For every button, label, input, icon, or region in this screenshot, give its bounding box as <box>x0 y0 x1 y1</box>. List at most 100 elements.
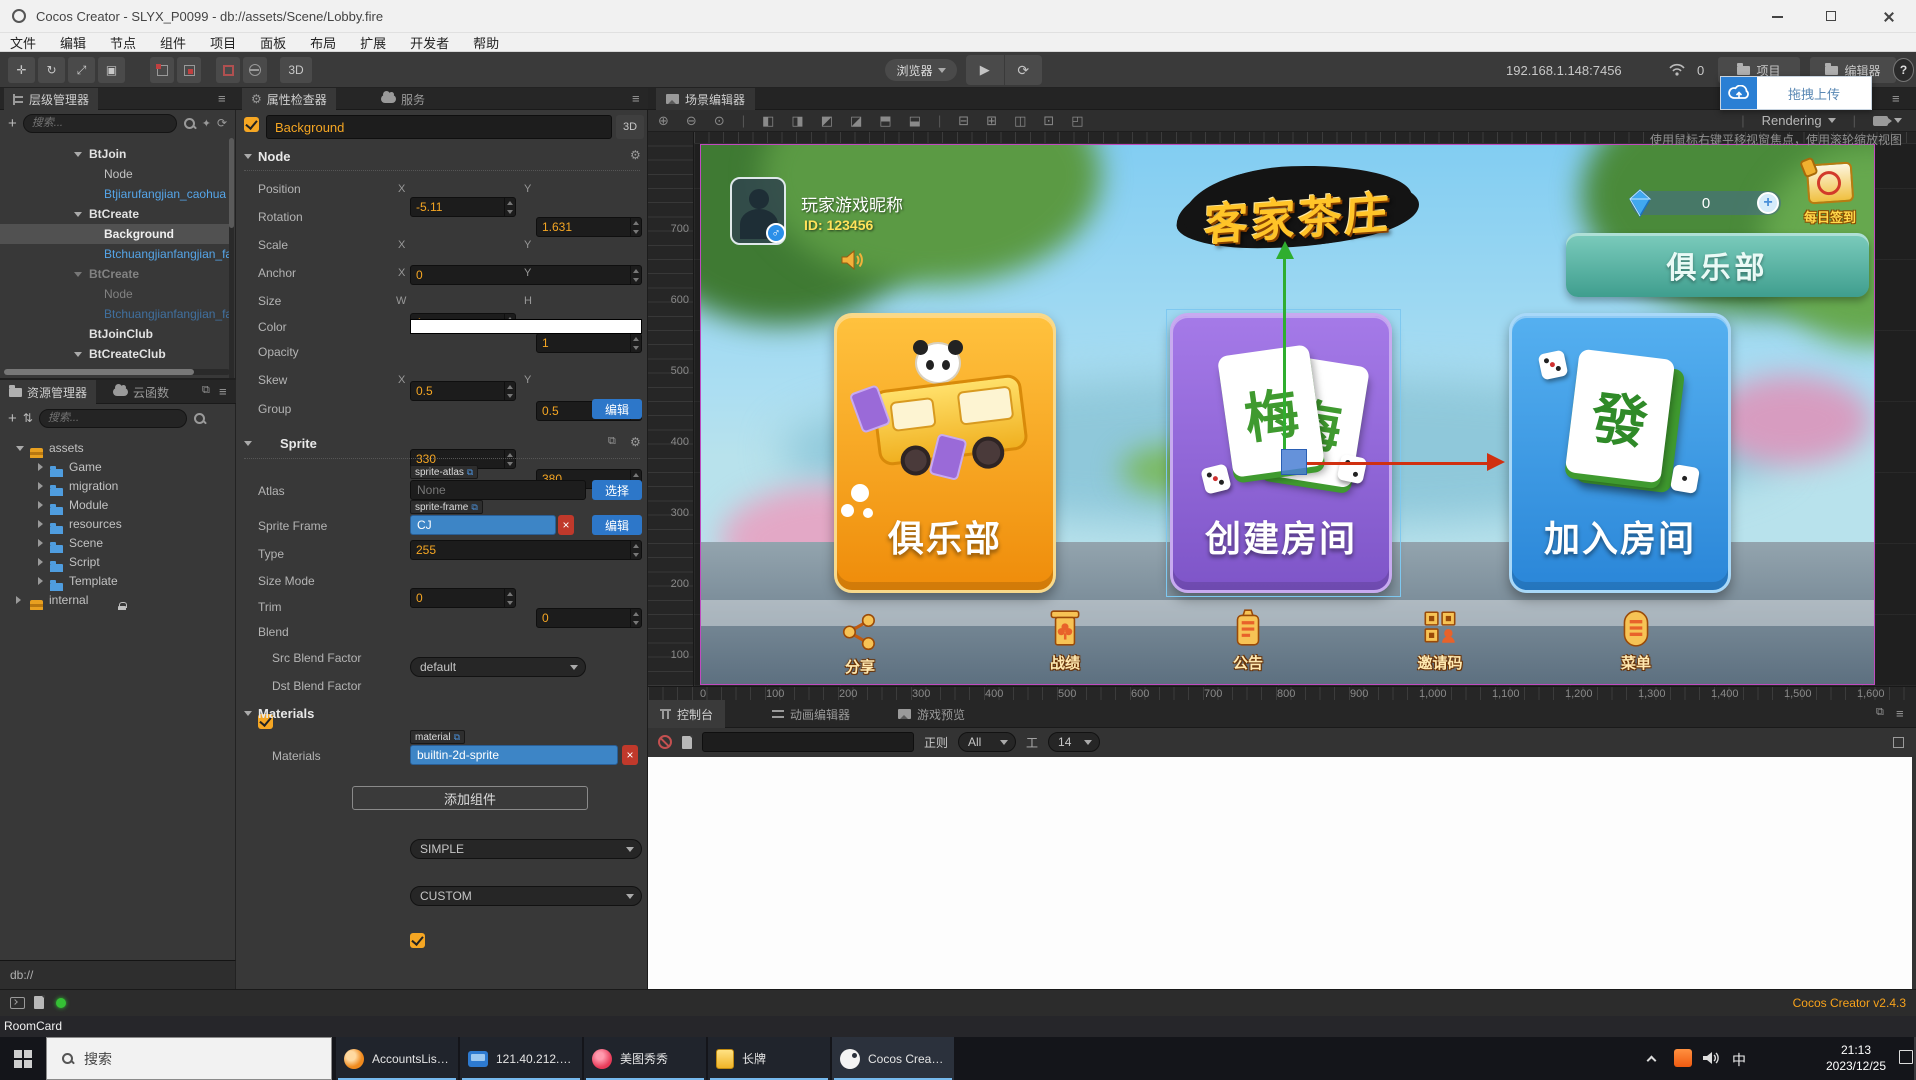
group-dropdown[interactable]: default <box>410 657 586 677</box>
tree-item[interactable]: Btjiarufangjian_caohua <box>0 184 229 204</box>
gizmo-anchor-handle[interactable] <box>1281 449 1307 475</box>
world-coord-button[interactable] <box>243 57 267 83</box>
tab-inspector[interactable]: ⚙属性检查器 <box>242 88 336 110</box>
gizmo-axis-y[interactable] <box>1283 257 1286 449</box>
tree-item[interactable]: Btchuangjianfangjian_fangpi <box>0 244 229 264</box>
create-asset-button[interactable]: + <box>8 410 17 427</box>
club-banner-button[interactable]: 俱乐部 <box>1566 233 1869 297</box>
gear-icon[interactable]: ⚙ <box>630 435 641 449</box>
inspector-3d-button[interactable]: 3D <box>616 115 644 139</box>
assets-search-input[interactable] <box>39 409 187 428</box>
preview-target-dropdown[interactable]: 浏览器 <box>885 59 957 81</box>
menu-panel[interactable]: 面板 <box>260 33 286 52</box>
clock[interactable]: 21:13 2023/12/25 <box>1814 1042 1898 1074</box>
material-field[interactable]: builtin-2d-sprite <box>410 745 618 765</box>
gear-icon[interactable]: ⚙ <box>630 148 641 162</box>
distribute-v-icon[interactable]: ⊞ <box>986 113 997 129</box>
taskbar-app-meitu[interactable]: 美图秀秀 <box>584 1037 706 1080</box>
anchor-mode-button[interactable] <box>177 57 201 83</box>
volume-icon[interactable] <box>1702 1050 1720 1066</box>
menu-file[interactable]: 文件 <box>10 33 36 52</box>
node-active-checkbox[interactable] <box>244 117 259 132</box>
tree-item[interactable]: Btchuangjianfangjian_fangpi <box>0 304 229 324</box>
camera-dropdown[interactable] <box>1873 116 1902 126</box>
panel-menu-icon[interactable]: ≡ <box>218 91 226 106</box>
hierarchy-hscrollbar[interactable] <box>4 369 230 375</box>
announcement-horn-icon[interactable] <box>839 249 865 271</box>
taskbar-search[interactable]: 搜索 <box>46 1037 332 1080</box>
rect-tool-button[interactable]: ▣ <box>98 57 125 83</box>
tree-item[interactable]: internal <box>0 590 229 610</box>
card-club[interactable]: 俱乐部 <box>834 313 1056 593</box>
collapse-arrow-icon[interactable] <box>38 577 43 585</box>
collapse-arrow-icon[interactable] <box>38 463 43 471</box>
panel-menu-icon[interactable]: ≡ <box>632 91 640 106</box>
taskbar-app-accountslist[interactable]: AccountsList - 后... <box>336 1037 458 1080</box>
align-center-h-icon[interactable]: ◨ <box>791 113 803 129</box>
game-canvas[interactable]: ♂ 玩家游戏昵称 ID: 123456 客家茶庄 0 + 每日签到 俱乐部 <box>700 144 1875 685</box>
rotate-tool-button[interactable]: ↻ <box>38 57 65 83</box>
tree-item[interactable]: Node <box>0 284 229 304</box>
align-bottom-icon[interactable]: ⬓ <box>909 113 921 129</box>
tab-console[interactable]: 控制台 <box>648 700 725 728</box>
tree-item[interactable]: BtCreate <box>0 264 229 284</box>
play-button[interactable]: ▶ <box>966 55 1004 85</box>
distribute-h-icon[interactable]: ⊟ <box>958 113 969 129</box>
stepper[interactable] <box>630 334 641 352</box>
zoom-reset-icon[interactable]: ⊙ <box>714 113 725 129</box>
tree-item[interactable]: Script <box>0 552 229 572</box>
log-level-dropdown[interactable]: All <box>958 732 1016 752</box>
close-button[interactable] <box>1860 0 1916 33</box>
node-name-field[interactable]: Background <box>266 115 612 139</box>
start-button[interactable] <box>0 1037 46 1080</box>
stepper[interactable] <box>630 218 641 236</box>
terminal-icon[interactable] <box>10 997 25 1009</box>
sort-icon[interactable]: ⇅ <box>23 411 33 425</box>
expand-arrow-icon[interactable] <box>16 446 24 451</box>
align-middle-icon[interactable]: ⬒ <box>879 113 891 129</box>
search-icon[interactable] <box>183 117 196 130</box>
tab-animation-editor[interactable]: 动画编辑器 <box>760 700 862 728</box>
cloud-upload-button[interactable] <box>1721 77 1757 109</box>
component-doc-icon[interactable]: ⧉ <box>608 435 616 448</box>
stepper[interactable] <box>630 541 641 559</box>
console-output[interactable] <box>648 757 1912 989</box>
panel-menu-icon[interactable]: ≡ <box>219 384 227 399</box>
position-x-field[interactable]: -5.11 <box>410 197 516 217</box>
refresh-icon[interactable]: ⟳ <box>217 116 227 130</box>
skew-y-field[interactable]: 0 <box>536 608 642 628</box>
minimize-button[interactable] <box>1752 0 1802 33</box>
tree-item[interactable]: Node <box>0 164 229 184</box>
create-node-button[interactable]: + <box>8 115 17 132</box>
taskbar-app-remote[interactable]: 121.40.212.19 - ... <box>460 1037 582 1080</box>
menu-edit[interactable]: 编辑 <box>60 33 86 52</box>
collapse-arrow-icon[interactable] <box>38 501 43 509</box>
scale-tool-button[interactable]: ⤢ <box>68 57 95 83</box>
menu-node[interactable]: 节点 <box>110 33 136 52</box>
add-component-button[interactable]: 添加组件 <box>352 786 588 810</box>
tree-item[interactable]: Module <box>0 495 229 515</box>
taskbar-app-changpai[interactable]: 长牌 <box>708 1037 830 1080</box>
local-coord-button[interactable] <box>216 57 240 83</box>
card-join-room[interactable]: 發 加入房间 <box>1509 313 1731 593</box>
tree-item[interactable]: resources <box>0 514 229 534</box>
taskbar-app-cocos[interactable]: Cocos Creator - ... <box>832 1037 954 1080</box>
notification-button[interactable] <box>1899 1050 1913 1064</box>
ime-app-icon[interactable] <box>1674 1049 1692 1067</box>
tab-hierarchy[interactable]: 层级管理器 <box>4 88 98 110</box>
panel-menu-icon[interactable]: ≡ <box>1896 706 1904 721</box>
tree-item[interactable]: BtJoin <box>0 144 229 164</box>
menu-extension[interactable]: 扩展 <box>360 33 386 52</box>
align-left-icon[interactable]: ◧ <box>762 113 774 129</box>
tab-scene-editor[interactable]: 场景编辑器 <box>656 88 755 110</box>
ime-indicator[interactable]: 中 <box>1732 1050 1746 1070</box>
atlas-field[interactable]: None <box>410 480 586 500</box>
3d-toggle-button[interactable]: 3D <box>280 57 312 83</box>
dock-notice-button[interactable]: 公告 <box>1206 607 1290 673</box>
material-clear-button[interactable]: × <box>622 745 638 765</box>
same-size-icon[interactable]: ◰ <box>1071 113 1083 129</box>
same-width-icon[interactable]: ◫ <box>1014 113 1026 129</box>
frame-edit-button[interactable]: 编辑 <box>592 515 642 535</box>
zoom-in-icon[interactable]: ⊕ <box>658 113 669 129</box>
type-dropdown[interactable]: SIMPLE <box>410 839 642 859</box>
